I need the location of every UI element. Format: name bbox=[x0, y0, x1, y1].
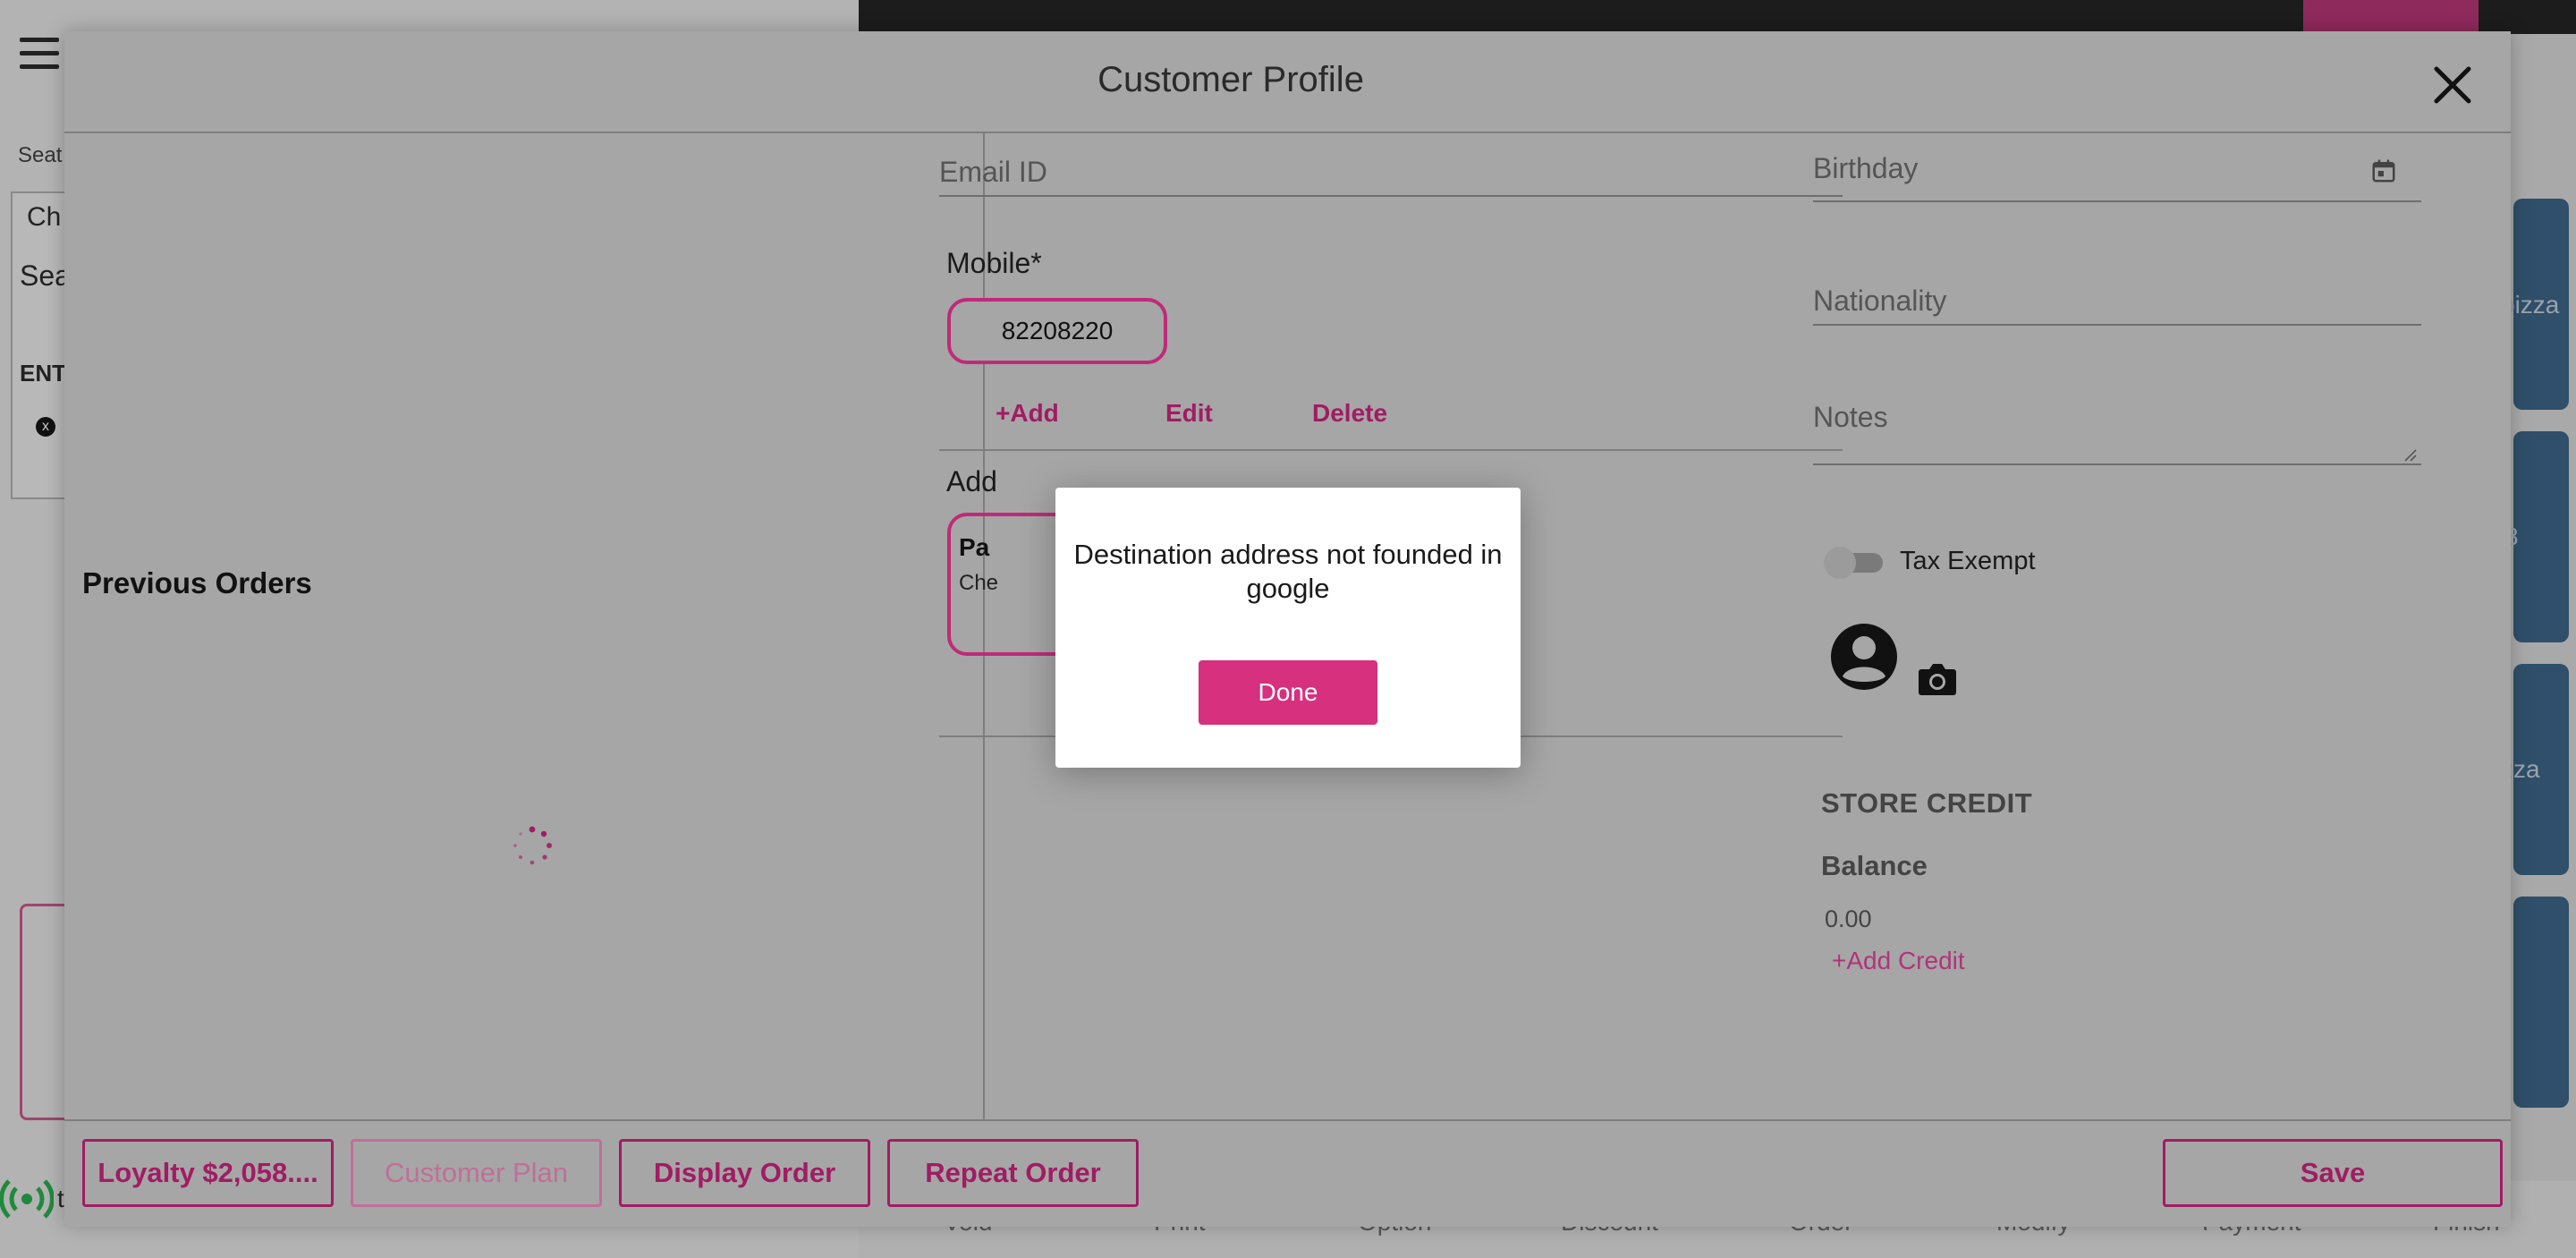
delete-mobile-button[interactable]: Delete bbox=[1312, 399, 1387, 428]
notes-label: Notes bbox=[1813, 401, 1888, 433]
address-label: Add bbox=[946, 465, 997, 497]
birthday-field[interactable] bbox=[1813, 98, 2421, 202]
bg-seats-label: Seat bbox=[18, 143, 63, 167]
birthday-label: Birthday bbox=[1813, 152, 1919, 184]
add-mobile-button[interactable]: +Add bbox=[996, 399, 1059, 428]
customer-plan-button[interactable]: Customer Plan bbox=[351, 1139, 602, 1207]
notes-textarea[interactable] bbox=[1813, 376, 2421, 465]
previous-orders-pane: Previous Orders bbox=[64, 133, 985, 1119]
modal-title: Customer Profile bbox=[1097, 60, 1364, 99]
alert-message: Destination address not founded in googl… bbox=[1073, 539, 1503, 604]
address-name: Pa bbox=[959, 533, 990, 561]
previous-orders-title: Previous Orders bbox=[82, 566, 312, 599]
tax-exempt-toggle[interactable] bbox=[1822, 544, 1886, 580]
balance-value: 0.00 bbox=[1825, 905, 1872, 932]
signal-icon bbox=[0, 1179, 54, 1219]
loading-spinner-icon bbox=[513, 826, 552, 865]
bg-status-text: t bbox=[57, 1185, 64, 1212]
save-button[interactable]: Save bbox=[2163, 1139, 2503, 1207]
avatar-icon bbox=[1831, 624, 1897, 690]
done-button[interactable]: Done bbox=[1199, 660, 1377, 725]
alert-dialog: Destination address not founded in googl… bbox=[1055, 488, 1521, 768]
close-icon[interactable] bbox=[2426, 58, 2479, 112]
bg-panel-sea: Sea bbox=[20, 259, 71, 292]
hamburger-icon bbox=[20, 38, 59, 73]
resize-handle-icon[interactable] bbox=[2402, 447, 2417, 462]
store-credit-title: STORE CREDIT bbox=[1821, 787, 2033, 819]
nationality-label: Nationality bbox=[1813, 285, 1947, 317]
display-order-button[interactable]: Display Order bbox=[619, 1139, 870, 1207]
tax-exempt-label: Tax Exempt bbox=[1900, 547, 2036, 575]
add-credit-button[interactable]: +Add Credit bbox=[1832, 947, 1965, 975]
calendar-icon[interactable] bbox=[2370, 157, 2397, 184]
bg-card bbox=[20, 904, 69, 1120]
bg-order-panel bbox=[11, 191, 66, 499]
repeat-order-button[interactable]: Repeat Order bbox=[887, 1139, 1139, 1207]
mobile-number-chip[interactable]: 82208220 bbox=[947, 298, 1167, 364]
email-label: Email ID bbox=[939, 156, 1047, 188]
address-line: Che bbox=[959, 571, 999, 595]
divider bbox=[939, 449, 1843, 451]
bg-menu-tile bbox=[2513, 897, 2569, 1108]
camera-icon[interactable] bbox=[1916, 660, 1959, 698]
bg-menu-tile bbox=[2513, 431, 2569, 642]
bg-panel-ch: Ch bbox=[27, 202, 62, 232]
email-field[interactable] bbox=[939, 98, 1843, 197]
loyalty-button[interactable]: Loyalty $2,058.... bbox=[82, 1139, 334, 1207]
balance-label: Balance bbox=[1821, 850, 1928, 881]
bg-top-accent-button bbox=[2303, 0, 2479, 34]
mobile-label: Mobile* bbox=[946, 247, 1042, 279]
edit-mobile-button[interactable]: Edit bbox=[1165, 399, 1213, 428]
bg-remove-icon: x bbox=[36, 417, 55, 437]
bg-panel-ent: ENT bbox=[20, 360, 66, 387]
